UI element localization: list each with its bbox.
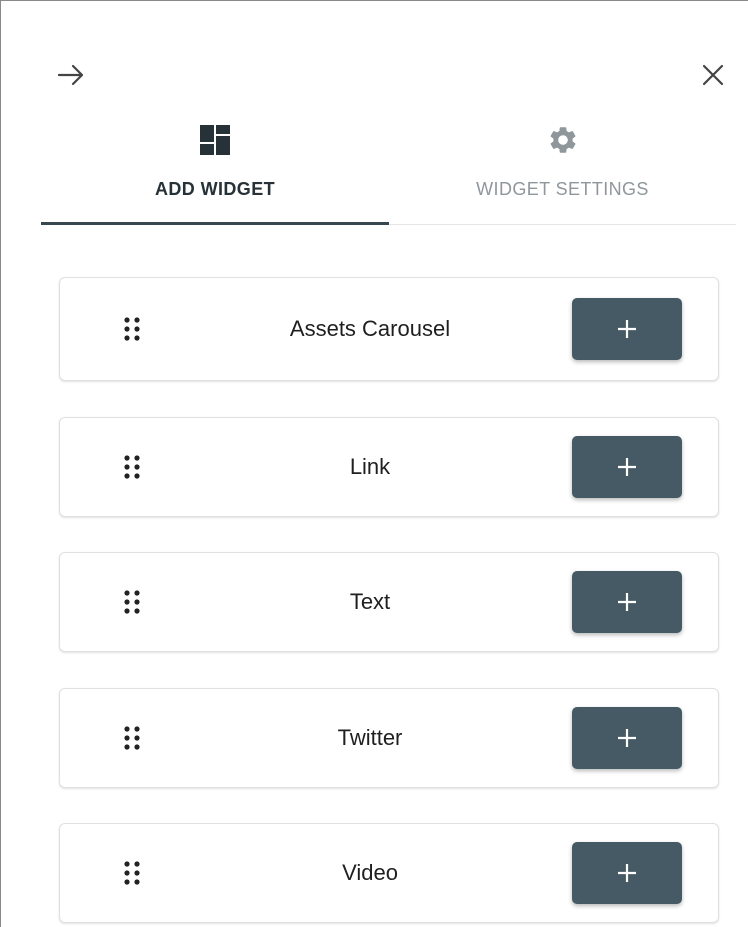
add-widget-button[interactable] bbox=[572, 571, 682, 633]
widget-name: Link bbox=[349, 454, 391, 479]
arrow-right-icon bbox=[57, 64, 84, 86]
drag-handle[interactable] bbox=[120, 585, 144, 619]
widget-name: Text bbox=[349, 589, 391, 614]
plus-icon bbox=[618, 593, 636, 611]
tab-add-widget-label: ADD WIDGET bbox=[155, 179, 275, 199]
widget-item-text: Text bbox=[59, 552, 719, 652]
tab-add-widget[interactable]: ADD WIDGET bbox=[41, 111, 389, 227]
drag-handle-icon bbox=[124, 590, 140, 614]
add-widget-button[interactable] bbox=[572, 298, 682, 360]
widget-name: Assets Carousel bbox=[289, 316, 451, 341]
widget-item-assets-carousel: Assets Carousel bbox=[59, 277, 719, 381]
collapse-panel-button[interactable] bbox=[49, 55, 93, 95]
drag-handle-icon bbox=[124, 317, 140, 341]
widget-item-video: Video bbox=[59, 823, 719, 923]
plus-icon bbox=[618, 320, 636, 338]
active-tab-indicator bbox=[41, 222, 389, 225]
plus-icon bbox=[618, 729, 636, 747]
plus-icon bbox=[618, 864, 636, 882]
widget-name: Twitter bbox=[337, 725, 403, 750]
drag-handle[interactable] bbox=[120, 312, 144, 346]
tab-widget-settings[interactable]: WIDGET SETTINGS bbox=[389, 111, 736, 227]
widget-tabs: ADD WIDGET WIDGET SETTINGS bbox=[41, 111, 736, 227]
drag-handle[interactable] bbox=[120, 856, 144, 890]
widget-item-twitter: Twitter bbox=[59, 688, 719, 788]
drag-handle[interactable] bbox=[120, 450, 144, 484]
add-widget-button[interactable] bbox=[572, 707, 682, 769]
drag-handle-icon bbox=[124, 455, 140, 479]
close-panel-button[interactable] bbox=[691, 55, 735, 95]
drag-handle-icon bbox=[124, 861, 140, 885]
drag-handle-icon bbox=[124, 726, 140, 750]
gear-icon bbox=[547, 123, 579, 157]
drag-handle[interactable] bbox=[120, 721, 144, 755]
panel-header bbox=[1, 1, 748, 111]
dashboard-icon bbox=[200, 123, 230, 157]
close-icon bbox=[702, 64, 724, 86]
widget-panel: ADD WIDGET WIDGET SETTINGS Assets Carous… bbox=[0, 0, 748, 927]
widget-name: Video bbox=[342, 860, 398, 885]
add-widget-button[interactable] bbox=[572, 842, 682, 904]
tab-widget-settings-label: WIDGET SETTINGS bbox=[476, 179, 649, 199]
plus-icon bbox=[618, 458, 636, 476]
widget-item-link: Link bbox=[59, 417, 719, 517]
add-widget-button[interactable] bbox=[572, 436, 682, 498]
